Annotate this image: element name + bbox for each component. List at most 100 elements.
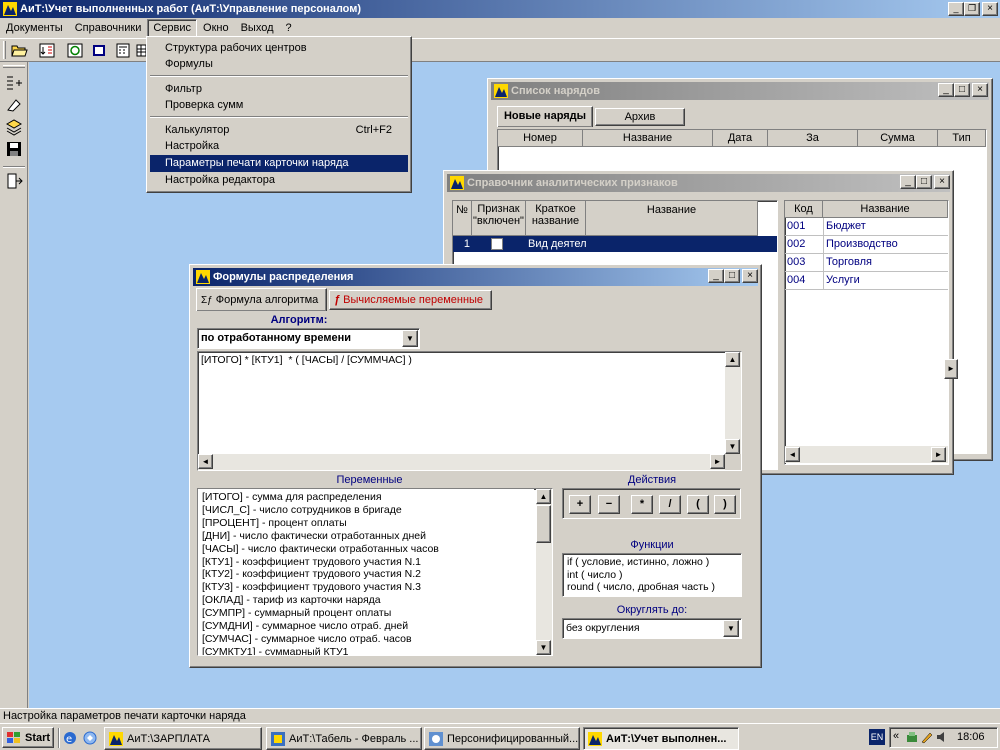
tab-computed-variables[interactable]: ƒ Вычисляемые переменные xyxy=(329,290,492,310)
menu-window[interactable]: Окно xyxy=(197,19,235,37)
formulas-maximize-icon[interactable]: □ xyxy=(724,269,740,283)
eraser-icon[interactable] xyxy=(4,96,24,114)
list-item[interactable]: [ПРОЦЕНТ] - процент оплаты xyxy=(202,517,530,530)
tray-network-icon[interactable] xyxy=(905,730,919,744)
rounding-select[interactable]: без округления ▼ xyxy=(562,618,742,639)
scroll-up-icon[interactable]: ▲ xyxy=(536,489,551,504)
close-paren-button[interactable]: ) xyxy=(714,495,736,514)
formula-vscrollbar[interactable]: ▲ ▼ xyxy=(725,352,741,454)
ie-icon[interactable]: e xyxy=(62,730,78,746)
card-icon[interactable] xyxy=(90,42,108,59)
chevron-down-icon[interactable]: ▼ xyxy=(723,620,739,637)
sort-icon[interactable] xyxy=(38,42,56,59)
table-row[interactable]: 1 Вид деятел xyxy=(453,236,777,252)
calculator-icon[interactable] xyxy=(114,42,132,59)
analytics-right-grid[interactable]: Код Название 001 Бюджет 002 Производство 003… xyxy=(784,200,949,465)
variables-vscrollbar[interactable]: ▲ ▼ xyxy=(536,489,552,655)
table-row[interactable]: 002 Производство xyxy=(785,236,948,254)
orders-col-date[interactable]: Дата xyxy=(713,130,768,147)
analytics-col-short[interactable]: Краткое название xyxy=(526,201,586,236)
grid-icon[interactable] xyxy=(136,42,147,59)
menu-item-filter[interactable]: Фильтр xyxy=(150,81,408,98)
menu-service[interactable]: Сервис xyxy=(147,18,198,37)
analytics-col-name[interactable]: Название xyxy=(586,201,758,236)
tray-expand-icon[interactable]: « xyxy=(893,730,899,742)
outlook-icon[interactable] xyxy=(82,730,98,746)
menu-exit[interactable]: Выход xyxy=(235,19,280,37)
open-paren-button[interactable]: ( xyxy=(687,495,709,514)
analytics-right-hscrollbar[interactable]: ◄ ► xyxy=(785,446,948,463)
tab-algorithm-formula[interactable]: Σƒ Формула алгоритма xyxy=(196,288,327,311)
menu-help[interactable]: ? xyxy=(280,19,298,37)
menu-item-work-centers[interactable]: Структура рабочих центров xyxy=(150,40,408,57)
analytics-right-col-name[interactable]: Название xyxy=(823,201,948,218)
task-tabel[interactable]: АиТ:\Табель - Февраль ... xyxy=(266,727,422,750)
task-work-accounting[interactable]: АиТ:\Учет выполнен... xyxy=(583,727,739,750)
tab-new-orders[interactable]: Новые наряды xyxy=(497,106,593,127)
orders-maximize-icon[interactable]: □ xyxy=(954,83,970,97)
start-button[interactable]: Start xyxy=(2,727,54,748)
divide-button[interactable]: / xyxy=(659,495,681,514)
table-row[interactable]: 001 Бюджет xyxy=(785,218,948,236)
menu-item-print-params[interactable]: Параметры печати карточки наряда xyxy=(150,155,408,172)
analytics-minimize-icon[interactable]: _ xyxy=(900,175,916,189)
list-item[interactable]: int ( число ) xyxy=(567,569,737,582)
list-item[interactable]: [ДНИ] - число фактически отработанных дн… xyxy=(202,530,530,543)
scroll-left-icon[interactable]: ◄ xyxy=(198,454,213,469)
refresh-icon[interactable] xyxy=(66,42,84,59)
list-item[interactable]: [СУМЧАС] - суммарное число отраб. часов xyxy=(202,633,530,646)
analytics-maximize-icon[interactable]: □ xyxy=(916,175,932,189)
list-item[interactable]: [СУМДНИ] - суммарное число отраб. дней xyxy=(202,620,530,633)
orders-col-for[interactable]: За xyxy=(768,130,858,147)
list-item[interactable]: [ЧАСЫ] - число фактически отработанных ч… xyxy=(202,543,530,556)
tray-volume-icon[interactable] xyxy=(935,730,949,744)
scroll-right-icon[interactable]: ► xyxy=(710,454,725,469)
list-item[interactable]: [ОКЛАД] - тариф из карточки наряда xyxy=(202,594,530,607)
open-folder-icon[interactable] xyxy=(10,42,28,59)
formula-hscrollbar[interactable]: ◄ ► xyxy=(198,454,725,470)
list-item[interactable]: [СУМКТУ1] - суммарный КТУ1 xyxy=(202,646,530,655)
menu-item-calculator[interactable]: Калькулятор Ctrl+F2 xyxy=(150,122,408,139)
orders-col-type[interactable]: Тип xyxy=(938,130,986,147)
list-item[interactable]: [ИТОГО] - сумма для распределения xyxy=(202,491,530,504)
tray-pencil-icon[interactable] xyxy=(920,730,934,744)
minimize-icon[interactable]: _ xyxy=(948,2,964,16)
list-item[interactable]: [СУМПР] - суммарный процент оплаты xyxy=(202,607,530,620)
menu-item-check-sums[interactable]: Проверка сумм xyxy=(150,97,408,114)
list-item[interactable]: [КТУ3] - коэффициент трудового участия N… xyxy=(202,581,530,594)
scroll-down-icon[interactable]: ▼ xyxy=(536,640,551,655)
orders-col-name[interactable]: Название xyxy=(583,130,713,147)
multiply-button[interactable]: * xyxy=(631,495,653,514)
task-personified[interactable]: Персонифицированный... xyxy=(424,727,580,750)
list-add-icon[interactable] xyxy=(4,74,24,92)
scroll-down-icon[interactable]: ▼ xyxy=(725,439,740,454)
analytics-right-col-code[interactable]: Код xyxy=(785,201,823,218)
chevron-down-icon[interactable]: ▼ xyxy=(402,330,418,347)
scroll-right-icon[interactable]: ► xyxy=(944,359,958,379)
scroll-up-icon[interactable]: ▲ xyxy=(725,352,740,367)
formulas-close-icon[interactable]: × xyxy=(742,269,758,283)
analytics-col-num[interactable]: № xyxy=(453,201,472,236)
orders-col-sum[interactable]: Сумма xyxy=(858,130,938,147)
menu-documents[interactable]: Документы xyxy=(0,19,69,37)
orders-close-icon[interactable]: × xyxy=(972,83,988,97)
scroll-left-icon[interactable]: ◄ xyxy=(785,447,800,462)
table-row[interactable]: 004 Услуги xyxy=(785,272,948,290)
exit-door-icon[interactable] xyxy=(4,172,24,190)
table-row[interactable]: 003 Торговля xyxy=(785,254,948,272)
list-item[interactable]: [КТУ1] - коэффициент трудового участия N… xyxy=(202,556,530,569)
close-icon[interactable]: × xyxy=(982,2,998,16)
menu-item-settings[interactable]: Настройка xyxy=(150,138,408,155)
list-item[interactable]: [КТУ2] - коэффициент трудового участия N… xyxy=(202,568,530,581)
algorithm-select[interactable]: по отработанному времени ▼ xyxy=(197,328,420,349)
list-item[interactable]: round ( число, дробная часть ) xyxy=(567,581,737,594)
plus-button[interactable]: + xyxy=(569,495,591,514)
tab-archive[interactable]: Архив xyxy=(595,108,685,126)
menu-item-editor-settings[interactable]: Настройка редактора xyxy=(150,172,408,189)
menu-item-formulas[interactable]: Формулы xyxy=(150,56,408,73)
language-indicator[interactable]: EN xyxy=(869,729,885,745)
list-item[interactable]: [ЧИСЛ_С] - число сотрудников в бригаде xyxy=(202,504,530,517)
variables-list[interactable]: [ИТОГО] - сумма для распределения [ЧИСЛ_С… xyxy=(197,488,553,656)
orders-minimize-icon[interactable]: _ xyxy=(938,83,954,97)
orders-col-number[interactable]: Номер xyxy=(498,130,583,147)
